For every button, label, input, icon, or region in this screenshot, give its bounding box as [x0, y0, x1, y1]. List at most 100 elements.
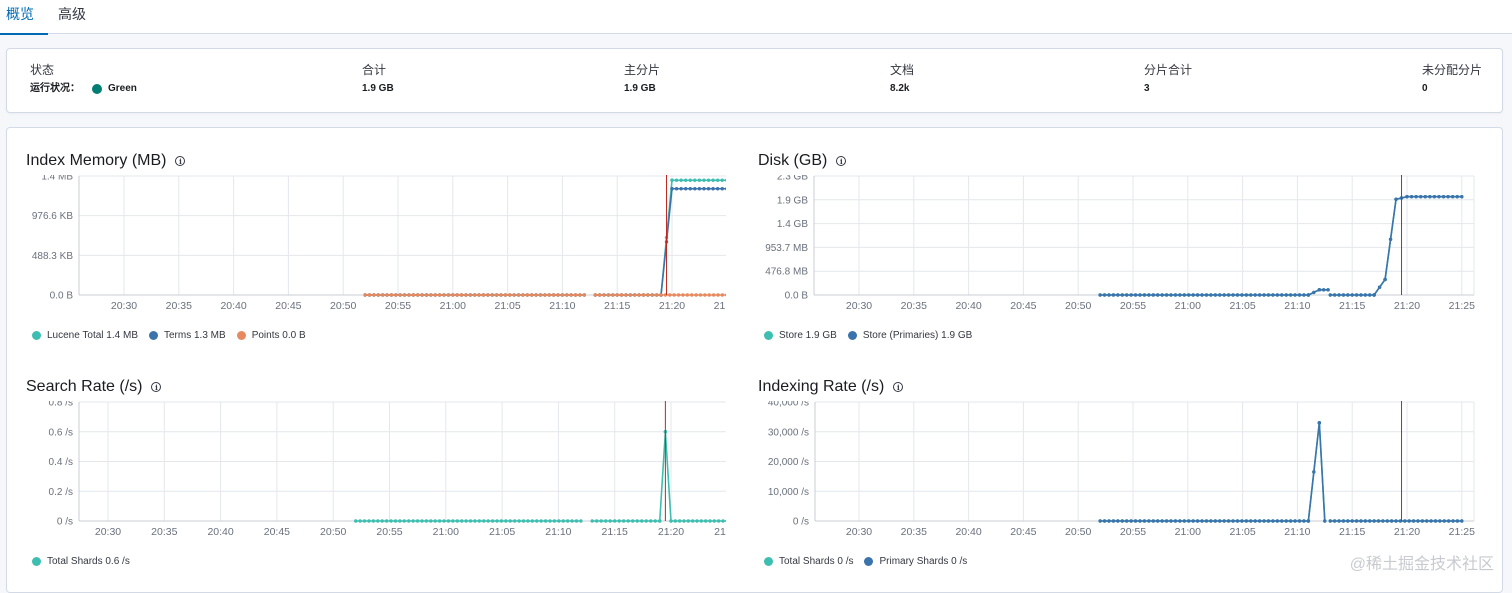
data-point: [565, 293, 569, 297]
data-point: [1147, 293, 1151, 297]
data-point: [1389, 519, 1394, 523]
data-point: [646, 293, 650, 297]
data-point: [1151, 519, 1155, 523]
data-point: [594, 519, 599, 523]
data-point: [557, 519, 561, 523]
data-point: [624, 293, 628, 297]
data-point: [548, 519, 552, 523]
tab-advanced[interactable]: 高级: [58, 0, 92, 34]
data-point: [1125, 293, 1129, 297]
data-point: [1187, 293, 1191, 297]
status-stat: 状态 运行状况： Green: [30, 63, 137, 95]
legend-item[interactable]: Store (Primaries) 1.9 GB: [847, 330, 972, 341]
index-memory-chart: Index Memory (MB) i 0.0 B 488.3 KB 976.6 K…: [26, 151, 726, 351]
x-tick-label: 20:30: [846, 300, 872, 312]
data-point: [1138, 519, 1142, 523]
data-point: [420, 519, 424, 523]
data-point: [362, 519, 367, 523]
data-point: [547, 293, 551, 297]
tab-overview[interactable]: 概览: [0, 0, 48, 35]
data-point: [1354, 519, 1359, 523]
info-icon[interactable]: i: [893, 382, 904, 392]
data-point: [1133, 293, 1138, 297]
y-tick-label: 1.9 GB: [777, 195, 808, 206]
total-shards-title: 分片合计: [1144, 63, 1193, 77]
data-point: [1284, 293, 1288, 297]
data-point: [1156, 519, 1160, 523]
legend-item[interactable]: Total Shards 0.6 /s: [32, 556, 130, 567]
data-point: [1271, 519, 1275, 523]
y-tick-label: 40,000 /s: [768, 401, 809, 409]
data-point: [654, 293, 659, 297]
data-point: [603, 519, 608, 523]
data-point: [711, 187, 715, 191]
legend-item[interactable]: Points 0.0 B: [236, 330, 306, 341]
data-point: [1098, 293, 1102, 297]
data-point: [1098, 519, 1102, 523]
legend-item[interactable]: Primary Shards 0 /s: [864, 556, 967, 567]
data-point: [716, 293, 720, 297]
data-point: [464, 293, 468, 297]
legend-label: Terms 1.3 MB: [164, 330, 226, 341]
data-point: [477, 519, 482, 523]
x-tick-label: 21:15: [604, 300, 630, 312]
x-tick-label: 20:55: [376, 526, 402, 538]
data-point: [702, 187, 706, 191]
legend-item[interactable]: Total Shards 0 /s: [764, 556, 853, 567]
info-icon[interactable]: i: [175, 156, 186, 166]
data-point: [1226, 293, 1231, 297]
data-point: [1173, 519, 1178, 523]
data-point: [402, 293, 407, 297]
data-point: [411, 293, 416, 297]
legend-item[interactable]: Lucene Total 1.4 MB: [32, 330, 138, 341]
data-point: [608, 519, 612, 523]
data-point: [1317, 288, 1322, 292]
x-tick-label: 21:05: [1229, 300, 1255, 312]
data-point: [578, 293, 582, 297]
data-point: [1244, 293, 1249, 297]
data-point: [1218, 519, 1222, 523]
data-point: [1350, 519, 1354, 523]
info-icon[interactable]: i: [836, 156, 847, 166]
data-point: [358, 519, 362, 523]
data-point: [569, 293, 573, 297]
x-tick-label: 21:00: [440, 300, 466, 312]
data-point: [653, 519, 657, 523]
data-point: [1200, 293, 1204, 297]
data-point: [606, 293, 611, 297]
total-shards-value: 3: [1144, 83, 1150, 94]
data-point: [1376, 519, 1381, 523]
data-point: [512, 293, 516, 297]
y-tick-label: 0.0 B: [785, 291, 809, 302]
data-point: [394, 293, 398, 297]
legend-item[interactable]: Store 1.9 GB: [764, 330, 837, 341]
data-point: [1116, 519, 1120, 523]
data-point: [490, 519, 495, 523]
data-point: [1341, 519, 1346, 523]
data-point: [468, 293, 473, 297]
data-point: [535, 519, 539, 523]
data-point: [1420, 519, 1425, 523]
x-tick-label: 21:25: [1449, 526, 1475, 538]
data-point: [1262, 293, 1266, 297]
data-point: [354, 519, 358, 523]
disk-legend: Store 1.9 GB Store (Primaries) 1.9 GB: [764, 330, 983, 341]
legend-label: Points 0.0 B: [251, 330, 306, 341]
data-point: [486, 293, 490, 297]
data-point: [473, 293, 477, 297]
unassigned-shards-stat: 未分配分片 0: [1422, 63, 1482, 95]
legend-dot-icon: [149, 331, 158, 340]
data-point: [442, 293, 446, 297]
data-point: [644, 519, 648, 523]
data-point: [1363, 519, 1368, 523]
x-tick-label: 21:15: [1339, 526, 1365, 538]
index-memory-legend: Lucene Total 1.4 MB Terms 1.3 MB Points 0.…: [32, 330, 317, 341]
data-point: [367, 293, 372, 297]
data-point: [1437, 194, 1441, 199]
x-tick-label: 20:50: [330, 300, 356, 312]
data-point: [708, 519, 712, 523]
series-line: [592, 431, 726, 522]
data-point: [693, 178, 697, 182]
legend-item[interactable]: Terms 1.3 MB: [149, 330, 226, 341]
info-icon[interactable]: i: [151, 382, 162, 392]
